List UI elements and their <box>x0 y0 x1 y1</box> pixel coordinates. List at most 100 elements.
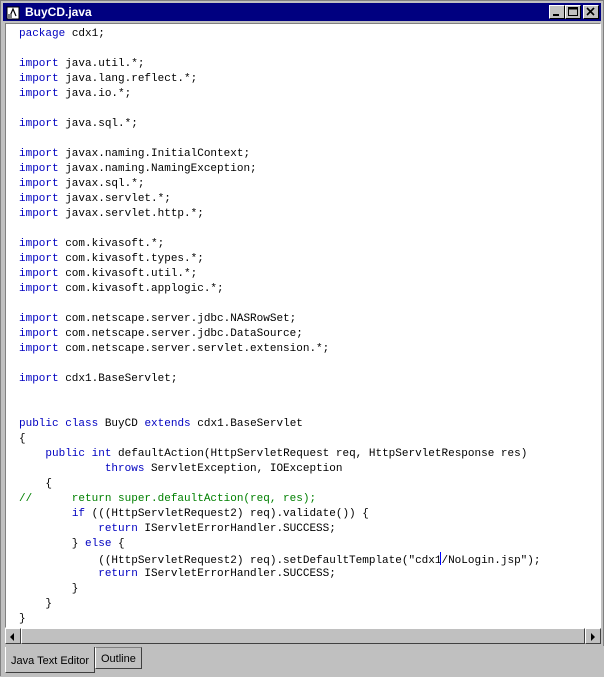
code-line[interactable]: import java.util.*; <box>19 57 541 72</box>
code-line[interactable]: } else { <box>19 537 541 552</box>
code-text: javax.naming.NamingException; <box>58 163 257 175</box>
code-keyword: return <box>98 568 138 580</box>
code-text: com.kivasoft.applogic.*; <box>58 283 224 295</box>
code-text: com.kivasoft.types.*; <box>58 253 204 265</box>
code-text: com.kivasoft.util.*; <box>58 268 198 280</box>
code-text: } <box>19 538 86 550</box>
code-keyword: import <box>19 238 59 250</box>
code-line[interactable] <box>19 297 541 312</box>
java-file-icon <box>6 5 20 20</box>
code-line[interactable]: if (((HttpServletRequest2) req).validate… <box>19 507 541 522</box>
code-text: } <box>19 613 26 625</box>
code-text: cdx1.BaseServlet; <box>58 373 178 385</box>
code-text: } <box>19 598 53 610</box>
code-line[interactable]: import javax.naming.NamingException; <box>19 162 541 177</box>
title-bar[interactable]: BuyCD.java <box>3 3 601 21</box>
code-line[interactable]: { <box>19 432 541 447</box>
code-keyword: import <box>19 373 59 385</box>
code-line[interactable]: public class BuyCD extends cdx1.BaseServ… <box>19 417 541 432</box>
code-keyword: import <box>19 148 59 160</box>
code-line[interactable]: ((HttpServletRequest2) req).setDefaultTe… <box>19 552 541 567</box>
code-text: { <box>19 433 26 445</box>
code-keyword: public <box>45 448 86 460</box>
code-keyword: import <box>19 163 59 175</box>
code-keyword: import <box>19 58 59 70</box>
code-keyword: import <box>19 313 59 325</box>
code-line[interactable]: import com.netscape.server.servlet.exten… <box>19 342 541 357</box>
code-line[interactable]: import javax.naming.InitialContext; <box>19 147 541 162</box>
scroll-right-button[interactable] <box>585 628 601 644</box>
code-line[interactable] <box>19 132 541 147</box>
code-comment: // return super.defaultAction(req, res); <box>19 493 317 505</box>
code-line[interactable]: import javax.sql.*; <box>19 177 541 192</box>
code-line[interactable]: return IServletErrorHandler.SUCCESS; <box>19 567 541 582</box>
code-line[interactable]: import java.lang.reflect.*; <box>19 72 541 87</box>
code-keyword: import <box>19 208 59 220</box>
code-line[interactable]: import java.io.*; <box>19 87 541 102</box>
code-line[interactable] <box>19 42 541 57</box>
code-line[interactable] <box>19 402 541 417</box>
maximize-button[interactable] <box>565 5 581 19</box>
code-line[interactable]: } <box>19 597 541 612</box>
code-line[interactable]: { <box>19 477 541 492</box>
code-text: javax.servlet.*; <box>58 193 171 205</box>
code-line[interactable] <box>19 387 541 402</box>
code-line[interactable]: // return super.defaultAction(req, res); <box>19 492 541 507</box>
code-line[interactable]: import javax.servlet.*; <box>19 192 541 207</box>
editor-window: BuyCD.java package cdx1; import java.util… <box>0 0 604 677</box>
code-text: java.lang.reflect.*; <box>58 73 198 85</box>
code-text: /NoLogin.jsp"); <box>441 555 541 567</box>
source-code[interactable]: package cdx1; import java.util.*; import j… <box>19 27 541 627</box>
code-text: javax.servlet.http.*; <box>58 208 204 220</box>
code-text: IServletErrorHandler.SUCCESS; <box>137 523 336 535</box>
code-line[interactable]: import java.sql.*; <box>19 117 541 132</box>
code-line[interactable]: import cdx1.BaseServlet; <box>19 372 541 387</box>
code-text: javax.sql.*; <box>58 178 145 190</box>
code-text: } <box>19 583 79 595</box>
code-line[interactable]: return IServletErrorHandler.SUCCESS; <box>19 522 541 537</box>
editor-tabs: Java Text Editor Outline <box>1 646 604 677</box>
code-line[interactable]: import com.netscape.server.jdbc.NASRowSe… <box>19 312 541 327</box>
scroll-left-button[interactable] <box>5 628 21 644</box>
tab-outline[interactable]: Outline <box>95 647 142 669</box>
code-line[interactable] <box>19 357 541 372</box>
code-line[interactable]: import com.kivasoft.types.*; <box>19 252 541 267</box>
code-keyword: import <box>19 283 59 295</box>
code-editor[interactable]: package cdx1; import java.util.*; import j… <box>5 23 601 628</box>
code-text: ((HttpServletRequest2) req).setDefaultTe… <box>19 555 442 567</box>
code-line[interactable]: package cdx1; <box>19 27 541 42</box>
code-line[interactable]: import com.kivasoft.util.*; <box>19 267 541 282</box>
code-line[interactable]: import javax.servlet.http.*; <box>19 207 541 222</box>
code-line[interactable]: throws ServletException, IOException <box>19 462 541 477</box>
code-text: com.kivasoft.*; <box>58 238 165 250</box>
code-line[interactable]: public int defaultAction(HttpServletRequ… <box>19 447 541 462</box>
code-keyword: int <box>91 448 112 460</box>
minimize-button[interactable] <box>549 5 565 19</box>
code-keyword: else <box>85 538 112 550</box>
horizontal-scrollbar[interactable] <box>5 628 601 644</box>
code-text: cdx1; <box>65 28 105 40</box>
code-text: java.io.*; <box>58 88 132 100</box>
code-line[interactable]: } <box>19 582 541 597</box>
close-button[interactable] <box>583 5 599 19</box>
code-line[interactable]: import com.netscape.server.jdbc.DataSour… <box>19 327 541 342</box>
code-keyword: package <box>19 28 66 40</box>
code-line[interactable] <box>19 102 541 117</box>
code-line[interactable]: import com.kivasoft.*; <box>19 237 541 252</box>
window-title: BuyCD.java <box>25 5 92 19</box>
code-text: com.netscape.server.servlet.extension.*; <box>58 343 330 355</box>
code-keyword: import <box>19 328 59 340</box>
tab-java-text-editor[interactable]: Java Text Editor <box>5 647 96 673</box>
code-line[interactable]: } <box>19 612 541 627</box>
code-keyword: import <box>19 268 59 280</box>
scroll-thumb[interactable] <box>21 628 585 644</box>
code-keyword: extends <box>144 418 191 430</box>
code-text: ServletException, IOException <box>144 463 343 475</box>
code-line[interactable] <box>19 222 541 237</box>
code-line[interactable]: import com.kivasoft.applogic.*; <box>19 282 541 297</box>
code-keyword: if <box>71 508 86 520</box>
